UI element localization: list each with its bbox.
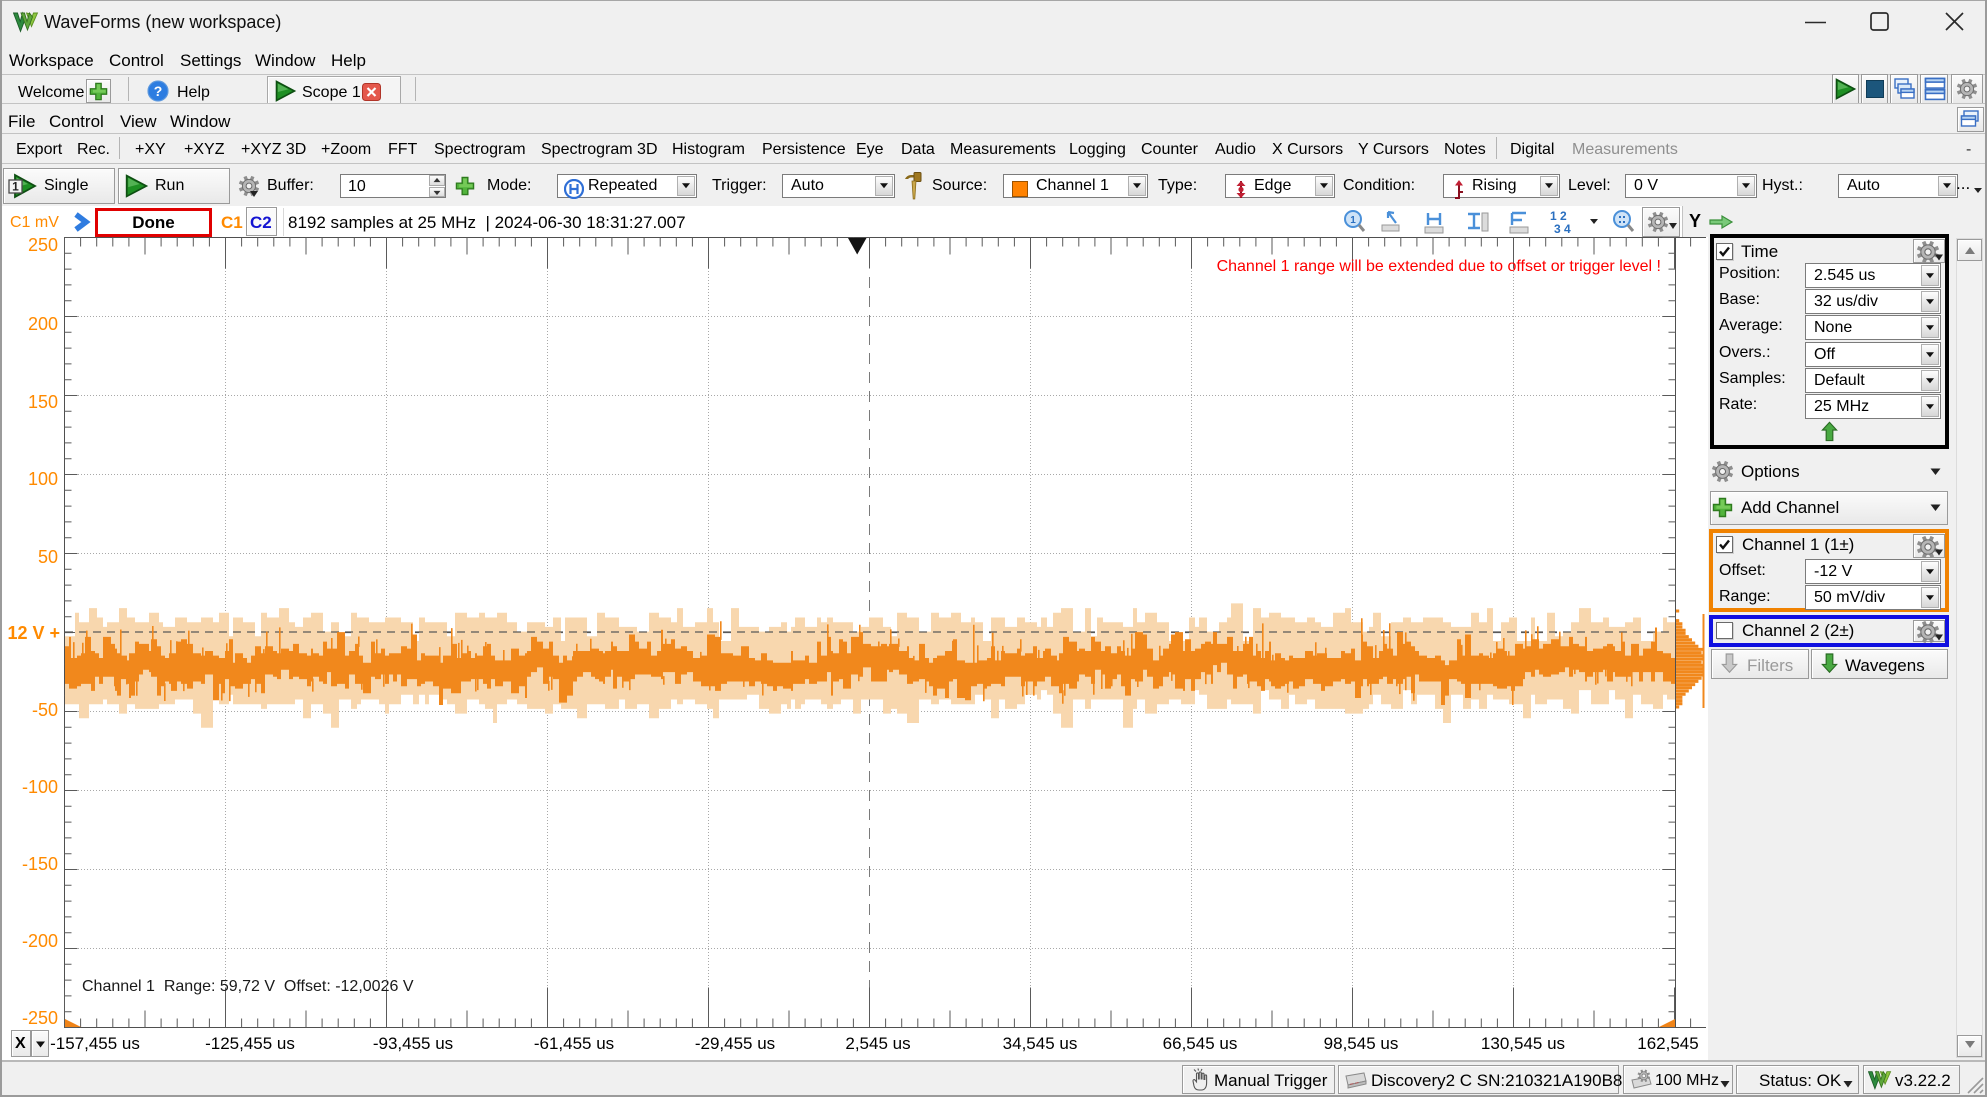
svg-text:200: 200 [28, 314, 58, 334]
svg-text:130,545 us: 130,545 us [1481, 1034, 1565, 1053]
svg-text:3 4: 3 4 [1554, 222, 1571, 236]
svg-text:-29,455 us: -29,455 us [695, 1034, 775, 1053]
svg-text:1: 1 [1350, 215, 1356, 226]
svg-text:-93,455 us: -93,455 us [373, 1034, 453, 1053]
svg-text:Channel 1 Range: 59,72 V Off: Channel 1 Range: 59,72 V Offset: -12,002… [82, 978, 414, 995]
svg-text:2,545 us: 2,545 us [845, 1034, 910, 1053]
svg-text:50: 50 [38, 547, 58, 567]
svg-text:1 2: 1 2 [1550, 209, 1567, 223]
svg-text:-150: -150 [22, 854, 58, 874]
svg-text:1: 1 [12, 180, 19, 194]
svg-text:-200: -200 [22, 931, 58, 951]
svg-text:-250: -250 [22, 1008, 58, 1028]
svg-text:162,545: 162,545 [1637, 1034, 1698, 1053]
svg-text:?: ? [154, 83, 163, 99]
svg-text:34,545 us: 34,545 us [1003, 1034, 1078, 1053]
svg-text:66,545 us: 66,545 us [1163, 1034, 1238, 1053]
svg-text:250: 250 [28, 237, 58, 255]
svg-text:150: 150 [28, 392, 58, 412]
svg-text:-157,455 us: -157,455 us [50, 1034, 140, 1053]
svg-text:98,545 us: 98,545 us [1324, 1034, 1399, 1053]
svg-text:-50: -50 [32, 700, 58, 720]
svg-text:12 V +: 12 V + [7, 623, 60, 643]
svg-text:-100: -100 [22, 777, 58, 797]
svg-text:-61,455 us: -61,455 us [534, 1034, 614, 1053]
svg-text:-125,455 us: -125,455 us [205, 1034, 295, 1053]
svg-text:Channel 1 range will be extend: Channel 1 range will be extended due to … [1217, 258, 1661, 275]
svg-text:100: 100 [28, 469, 58, 489]
